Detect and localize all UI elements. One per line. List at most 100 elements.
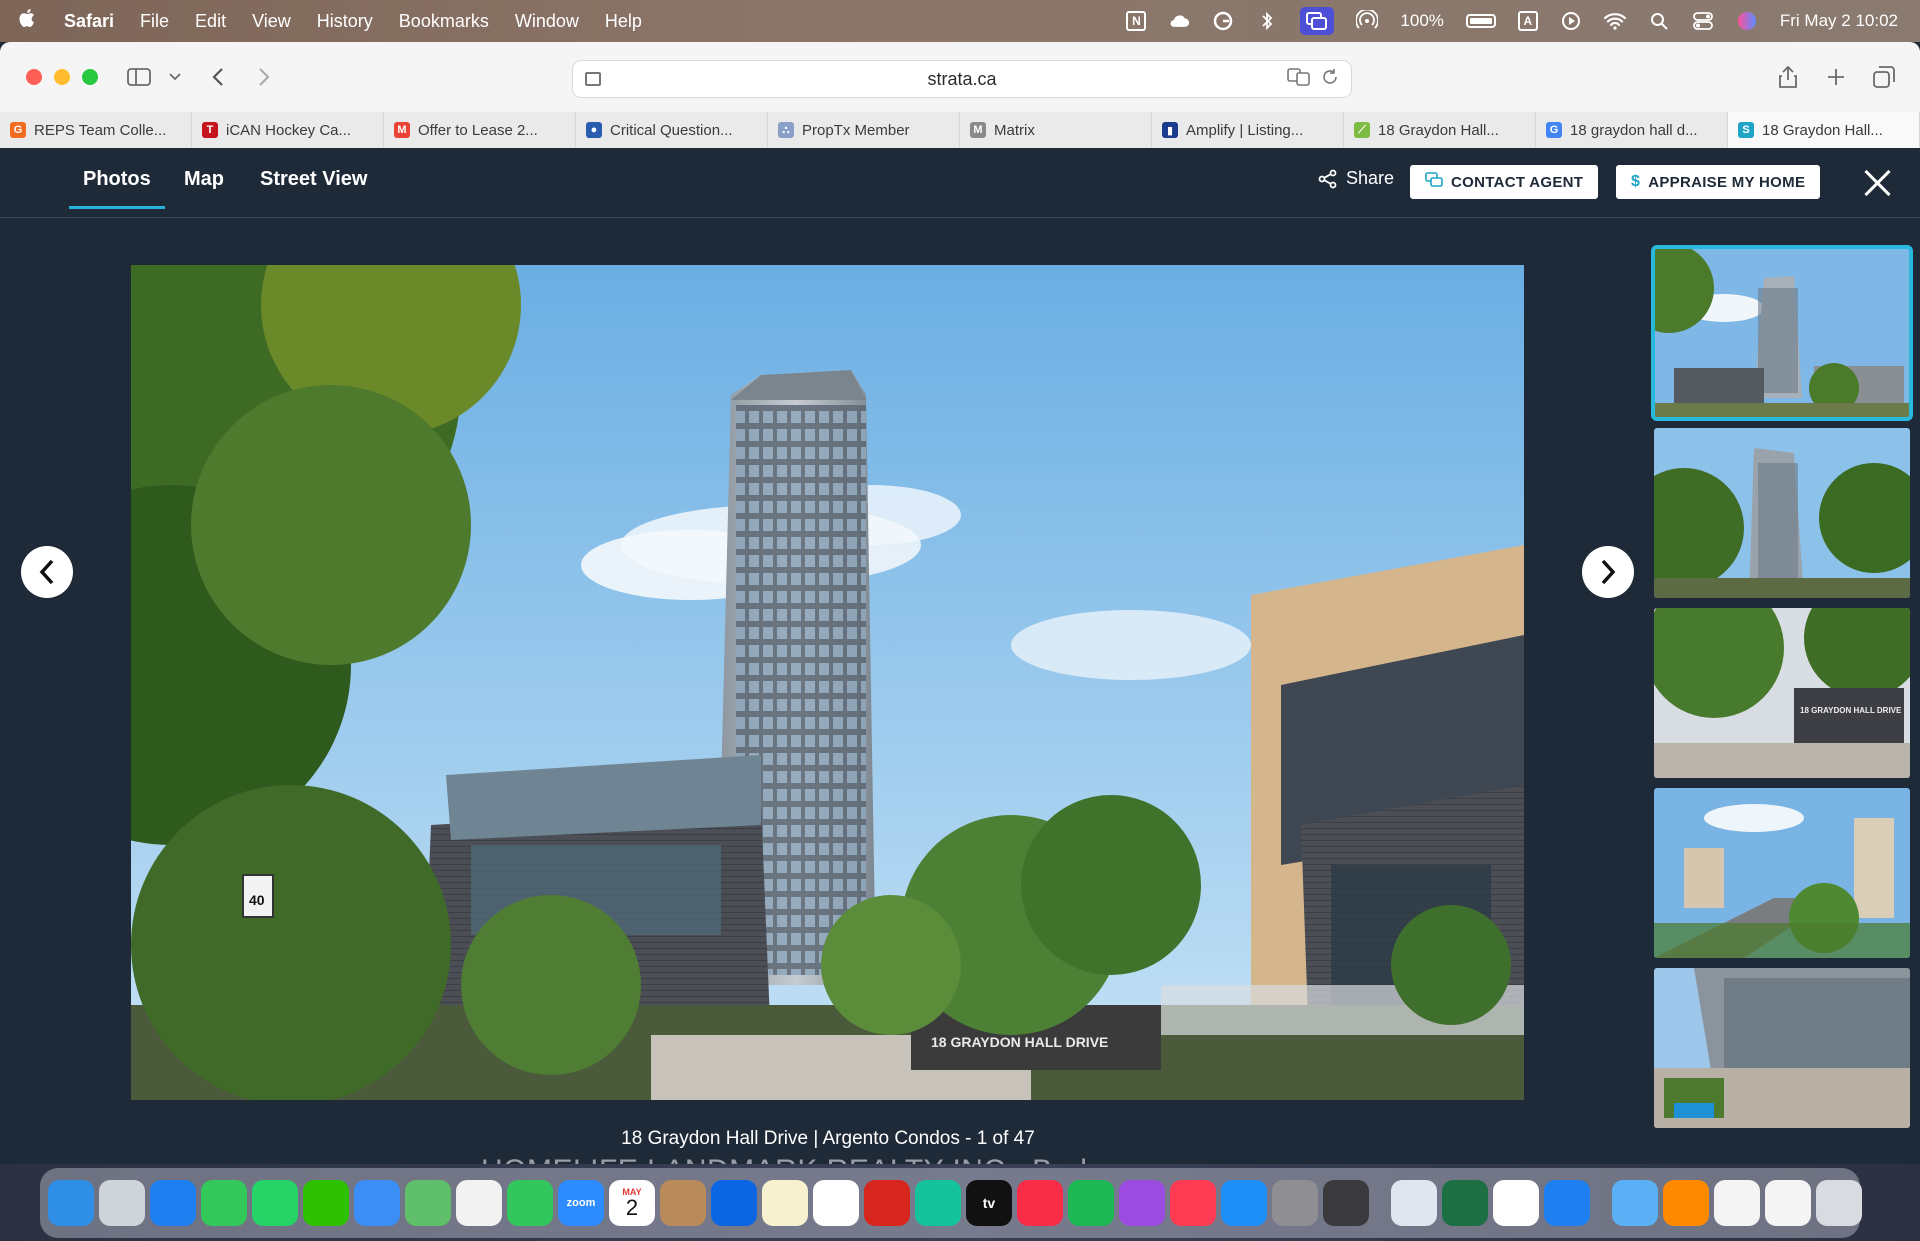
translate-icon[interactable] xyxy=(1287,67,1311,91)
grammarly-menu-icon[interactable] xyxy=(1212,11,1234,31)
freeform-icon[interactable] xyxy=(813,1180,859,1226)
thumbnail-5[interactable] xyxy=(1654,968,1910,1128)
settings-icon[interactable] xyxy=(1272,1180,1318,1226)
main-photo[interactable]: 18 GRAYDON HALL DRIVE 40 xyxy=(131,265,1524,1100)
speed-limit-sign: 40 xyxy=(249,892,265,908)
safari-icon[interactable] xyxy=(150,1180,196,1226)
appletv-icon[interactable]: tv xyxy=(966,1180,1012,1226)
battery-icon[interactable] xyxy=(1465,14,1496,28)
preview-icon[interactable] xyxy=(1391,1180,1437,1226)
menu-history[interactable]: History xyxy=(304,11,386,32)
trello-icon[interactable] xyxy=(711,1180,757,1226)
forward-button[interactable] xyxy=(254,62,274,92)
document-icon-2[interactable] xyxy=(1765,1180,1811,1226)
browser-tab[interactable]: M Matrix xyxy=(960,112,1152,148)
apple-icon[interactable] xyxy=(0,7,56,35)
share-icon xyxy=(1318,169,1337,188)
browser-tab[interactable]: S 18 Graydon Hall... xyxy=(1728,112,1920,148)
menu-bookmarks[interactable]: Bookmarks xyxy=(386,11,502,32)
finder-icon[interactable] xyxy=(48,1180,94,1226)
acrobat-icon[interactable] xyxy=(864,1180,910,1226)
share-button[interactable]: Share xyxy=(1318,168,1394,189)
excel-icon[interactable] xyxy=(1442,1180,1488,1226)
menu-edit[interactable]: Edit xyxy=(182,11,239,32)
browser-tab-label: iCAN Hockey Ca... xyxy=(226,121,352,139)
back-button[interactable] xyxy=(208,62,228,92)
browser-tab[interactable]: ∴ PropTx Member xyxy=(768,112,960,148)
mail-icon[interactable] xyxy=(354,1180,400,1226)
browser-tab[interactable]: TiCAN Hockey Ca... xyxy=(192,112,384,148)
wechat-icon[interactable] xyxy=(303,1180,349,1226)
new-tab-icon[interactable] xyxy=(1824,62,1848,92)
close-viewer-icon[interactable] xyxy=(1862,168,1892,198)
books-icon[interactable] xyxy=(1663,1180,1709,1226)
calendar-icon[interactable]: MAY 2 xyxy=(609,1180,655,1226)
notion-menu-icon[interactable]: N xyxy=(1126,11,1147,31)
thumbnail-1[interactable] xyxy=(1651,245,1913,421)
photos-icon[interactable] xyxy=(456,1180,502,1226)
menu-view[interactable]: View xyxy=(239,11,304,32)
wifi-icon[interactable] xyxy=(1603,11,1626,31)
tab-map[interactable]: Map xyxy=(184,168,224,191)
notes-icon[interactable] xyxy=(762,1180,808,1226)
menu-file[interactable]: File xyxy=(127,11,182,32)
siri-icon[interactable] xyxy=(1736,11,1758,31)
thumbnail-3[interactable]: 18 GRAYDON HALL DRIVE xyxy=(1654,608,1910,778)
browser-tab[interactable]: ● Critical Question... xyxy=(576,112,768,148)
menu-clock[interactable]: Fri May 2 10:02 xyxy=(1780,11,1898,31)
next-photo-button[interactable] xyxy=(1582,546,1634,598)
screen-mirroring-icon[interactable] xyxy=(1300,7,1335,35)
site-settings-icon[interactable] xyxy=(585,72,601,86)
zoom-window-button[interactable] xyxy=(82,69,98,85)
facetime-icon[interactable] xyxy=(507,1180,553,1226)
tab-overview-icon[interactable] xyxy=(1872,62,1896,92)
whatsapp-icon[interactable] xyxy=(252,1180,298,1226)
launchpad-icon[interactable] xyxy=(99,1180,145,1226)
appraise-my-home-button[interactable]: $ APPRAISE MY HOME xyxy=(1616,165,1821,199)
sidebar-toggle-icon[interactable] xyxy=(124,62,154,92)
music-icon[interactable] xyxy=(1017,1180,1063,1226)
share-page-icon[interactable] xyxy=(1776,62,1800,92)
airdrop-icon[interactable] xyxy=(1356,10,1379,31)
iphone-mirroring-icon[interactable] xyxy=(1323,1180,1369,1226)
browser-tab[interactable]: G REPS Team Colle... xyxy=(0,112,192,148)
play-icon[interactable] xyxy=(1560,11,1582,31)
previous-photo-button[interactable] xyxy=(21,546,73,598)
thumbnail-2[interactable] xyxy=(1654,428,1910,598)
icloud-icon[interactable] xyxy=(1168,11,1190,31)
minimize-window-button[interactable] xyxy=(54,69,70,85)
thumbnail-4[interactable] xyxy=(1654,788,1910,958)
trash-icon[interactable] xyxy=(1816,1180,1862,1226)
safari-icon-2[interactable] xyxy=(1544,1180,1590,1226)
notion-icon[interactable] xyxy=(1493,1180,1539,1226)
browser-tab[interactable]: M Offer to Lease 2... xyxy=(384,112,576,148)
bluetooth-icon[interactable] xyxy=(1256,11,1278,31)
tab-street-view[interactable]: Street View xyxy=(260,168,367,191)
browser-tab[interactable]: ▮ Amplify | Listing... xyxy=(1152,112,1344,148)
maps-icon[interactable] xyxy=(405,1180,451,1226)
zoom-icon[interactable]: zoom xyxy=(558,1180,604,1226)
browser-tab[interactable]: G 18 graydon hall d... xyxy=(1536,112,1728,148)
control-center-icon[interactable] xyxy=(1692,11,1714,31)
folder-icon[interactable] xyxy=(1612,1180,1658,1226)
menu-help[interactable]: Help xyxy=(592,11,655,32)
contact-agent-button[interactable]: CONTACT AGENT xyxy=(1410,165,1599,199)
messages-icon[interactable] xyxy=(201,1180,247,1226)
tab-group-chevron-icon[interactable] xyxy=(166,62,184,92)
spotlight-search-icon[interactable] xyxy=(1648,11,1670,31)
menu-app-safari[interactable]: Safari xyxy=(56,11,127,32)
grammarly-icon[interactable] xyxy=(915,1180,961,1226)
input-source-icon[interactable]: A xyxy=(1517,11,1538,31)
appstore-icon[interactable] xyxy=(1221,1180,1267,1226)
menu-window[interactable]: Window xyxy=(502,11,592,32)
podcasts-icon[interactable] xyxy=(1119,1180,1165,1226)
document-icon[interactable] xyxy=(1714,1180,1760,1226)
close-window-button[interactable] xyxy=(26,69,42,85)
browser-tab[interactable]: ⟋ 18 Graydon Hall... xyxy=(1344,112,1536,148)
news-icon[interactable] xyxy=(1170,1180,1216,1226)
reload-icon[interactable] xyxy=(1321,68,1339,91)
tab-photos[interactable]: Photos xyxy=(69,168,165,209)
contacts-icon[interactable] xyxy=(660,1180,706,1226)
spotify-icon[interactable] xyxy=(1068,1180,1114,1226)
address-bar[interactable]: strata.ca xyxy=(572,60,1352,98)
